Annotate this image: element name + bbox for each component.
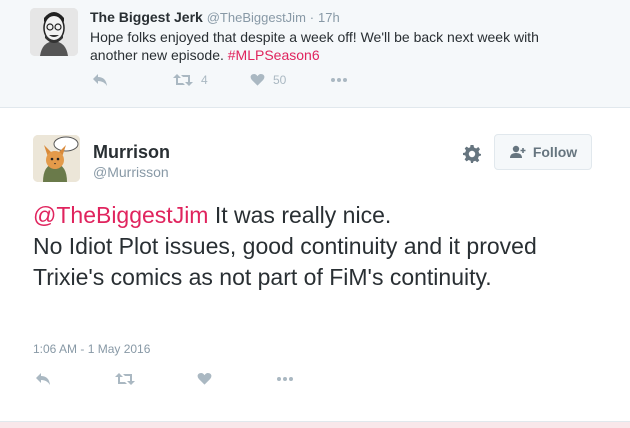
parent-handle[interactable]: @TheBiggestJim: [207, 10, 306, 25]
hashtag-link[interactable]: #MLPSeason6: [228, 47, 320, 63]
main-like-button[interactable]: [197, 372, 212, 386]
heart-icon: [197, 372, 212, 386]
retweet-icon: [173, 73, 193, 87]
main-more-button[interactable]: [276, 376, 294, 382]
more-icon: [276, 376, 294, 382]
gear-icon: [463, 145, 481, 163]
parent-retweet-count: 4: [201, 73, 208, 87]
parent-retweet-button[interactable]: 4: [173, 73, 208, 87]
main-handle[interactable]: @Murrisson: [93, 164, 169, 180]
parent-tweet: The Biggest Jerk @TheBiggestJim · 17h Ho…: [0, 0, 630, 108]
mention-link[interactable]: @TheBiggestJim: [33, 202, 208, 228]
parent-timestamp[interactable]: 17h: [318, 10, 340, 25]
follow-button-label: Follow: [532, 144, 578, 160]
main-retweet-button[interactable]: [115, 372, 135, 386]
parent-reply-button[interactable]: [92, 73, 108, 87]
main-tweet-line1: It was really nice.: [208, 202, 392, 228]
parent-tweet-text: Hope folks enjoyed that despite a week o…: [90, 28, 560, 64]
parent-tweet-header: The Biggest Jerk @TheBiggestJim · 17h: [90, 9, 340, 25]
parent-like-button[interactable]: 50: [250, 73, 286, 87]
heart-icon: [250, 73, 265, 87]
follow-button[interactable]: Follow: [494, 134, 592, 170]
main-reply-button[interactable]: [35, 372, 51, 386]
main-display-name[interactable]: Murrison: [93, 142, 170, 163]
main-avatar[interactable]: [33, 135, 80, 182]
parent-display-name[interactable]: The Biggest Jerk: [90, 9, 203, 25]
main-tweet-text: @TheBiggestJim It was really nice. No Id…: [33, 200, 593, 293]
settings-button[interactable]: [463, 145, 481, 163]
parent-more-button[interactable]: [330, 77, 348, 83]
parent-like-count: 50: [273, 73, 287, 87]
main-tweet-body: No Idiot Plot issues, good continuity an…: [33, 233, 537, 290]
retweet-icon: [115, 372, 135, 386]
parent-separator: ·: [309, 10, 315, 25]
reply-icon: [92, 73, 108, 87]
main-timestamp[interactable]: 1:06 AM - 1 May 2016: [33, 342, 150, 356]
parent-avatar[interactable]: [30, 8, 78, 56]
follow-person-icon: [509, 145, 527, 159]
more-icon: [330, 77, 348, 83]
reply-icon: [35, 372, 51, 386]
